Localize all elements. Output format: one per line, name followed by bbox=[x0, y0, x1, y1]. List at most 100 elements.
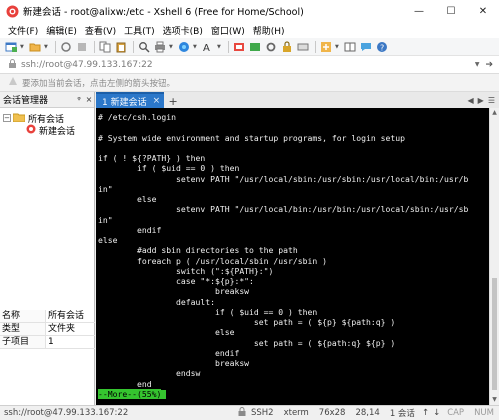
tab-new-session[interactable]: 1 新建会话 × bbox=[96, 92, 165, 108]
arrow-right-icon[interactable]: ➔ bbox=[485, 60, 493, 70]
property-key: 子项目 bbox=[0, 336, 46, 348]
scroll-down-icon[interactable]: ▼ bbox=[490, 395, 499, 405]
menu-edit[interactable]: 编辑(E) bbox=[42, 24, 81, 37]
chat-icon[interactable] bbox=[359, 40, 372, 53]
svg-text:?: ? bbox=[380, 43, 384, 52]
help-icon[interactable]: ? bbox=[375, 40, 388, 53]
add-tab-button[interactable]: + bbox=[166, 94, 180, 108]
address-bar: ssh://root@47.99.133.167:22 ▼ ➔ bbox=[0, 56, 499, 74]
terminal-line: in" bbox=[98, 183, 113, 194]
minimize-button[interactable]: — bbox=[403, 0, 435, 22]
terminal-line: foreach p ( /usr/local/sbin /usr/sbin ) bbox=[98, 255, 328, 266]
tab-prev-icon[interactable]: ◀ bbox=[468, 96, 474, 105]
terminal-line: #add sbin directories to the path bbox=[98, 245, 298, 256]
terminal-line: end bbox=[98, 378, 152, 389]
tab-strip: 1 新建会话 × + ◀ ▶ ☰ bbox=[96, 92, 499, 108]
tree-item-all-sessions[interactable]: − 所有会话 bbox=[0, 112, 94, 125]
toolbar-divider bbox=[315, 40, 316, 53]
status-sessions: 1 会话 bbox=[389, 409, 415, 419]
terminal-output[interactable]: # /etc/csh.login # System wide environme… bbox=[96, 108, 489, 405]
terminal-cursor bbox=[161, 389, 167, 399]
property-key: 类型 bbox=[0, 323, 46, 335]
chevron-down-icon[interactable]: ▼ bbox=[193, 40, 198, 53]
status-size: 76x28 bbox=[318, 408, 346, 418]
terminal-more-line: --More--(55%) bbox=[96, 388, 489, 399]
terminal-line: if ( $uid == 0 ) then bbox=[98, 163, 240, 174]
scroll-thumb[interactable] bbox=[492, 278, 497, 390]
lock-icon[interactable] bbox=[280, 40, 293, 53]
menu-window[interactable]: 窗口(W) bbox=[207, 24, 249, 37]
status-connection: ssh://root@47.99.133.167:22 bbox=[4, 408, 129, 418]
terminal-line: breaksw bbox=[98, 286, 250, 297]
status-protocol-lock-icon bbox=[233, 407, 246, 419]
reconnect-icon[interactable] bbox=[59, 40, 72, 53]
menu-view[interactable]: 查看(V) bbox=[81, 24, 120, 37]
terminal-line: in" bbox=[98, 214, 113, 225]
find-icon[interactable] bbox=[137, 40, 150, 53]
terminal-line: setenv PATH "/usr/local/bin:/usr/bin:/us… bbox=[98, 204, 469, 215]
info-icon bbox=[8, 76, 18, 89]
chevron-down-icon[interactable]: ▼ bbox=[169, 40, 174, 53]
transfer-icon[interactable] bbox=[248, 40, 261, 53]
session-properties: 名称 所有会话 类型 文件夹 子项目 1 bbox=[0, 310, 95, 349]
menu-tabs[interactable]: 选项卡(B) bbox=[159, 24, 207, 37]
terminal-line: endif bbox=[98, 347, 240, 358]
open-folder-icon[interactable] bbox=[28, 40, 41, 53]
tree-item-new-session[interactable]: 新建会话 bbox=[0, 124, 94, 137]
status-caps-lock: CAP bbox=[447, 408, 465, 418]
more-prompt: --More--(55%) bbox=[98, 388, 162, 399]
session-icon bbox=[26, 124, 36, 137]
terminal-line: case "*:${p}:*": bbox=[98, 276, 254, 286]
property-row: 名称 所有会话 bbox=[0, 310, 95, 323]
terminal-line: else bbox=[98, 327, 235, 338]
keyboard-icon[interactable] bbox=[296, 40, 309, 53]
globe-icon[interactable] bbox=[177, 40, 190, 53]
tree-item-label: 新建会话 bbox=[39, 126, 76, 137]
terminal-line: else bbox=[98, 235, 118, 245]
terminal-line: setenv PATH "/usr/local/sbin:/usr/sbin:/… bbox=[98, 173, 469, 184]
scroll-up-icon[interactable]: ▲ bbox=[490, 108, 499, 118]
terminal-line: if ( $uid == 0 ) then bbox=[98, 306, 318, 317]
terminal-line: endif bbox=[98, 224, 162, 235]
toolbar-divider bbox=[133, 40, 134, 53]
print-icon[interactable] bbox=[153, 40, 166, 53]
tab-list-icon[interactable]: ☰ bbox=[488, 96, 495, 105]
menu-file[interactable]: 文件(F) bbox=[4, 24, 42, 37]
property-value: 所有会话 bbox=[48, 311, 85, 321]
terminal-line: set path = ( ${p} ${path:q} ) bbox=[98, 317, 396, 327]
add-plugin-icon[interactable] bbox=[319, 40, 332, 53]
pin-icon[interactable]: ᵠ bbox=[74, 95, 84, 104]
toolbar-divider bbox=[94, 40, 95, 53]
status-upload-icon[interactable]: ↑ bbox=[420, 408, 431, 418]
menu-tools[interactable]: 工具(T) bbox=[120, 24, 159, 37]
settings-icon[interactable] bbox=[264, 40, 277, 53]
tab-next-icon[interactable]: ▶ bbox=[478, 96, 484, 105]
address-dropdown-icon[interactable]: ▼ bbox=[475, 61, 480, 68]
menu-help[interactable]: 帮助(H) bbox=[249, 24, 289, 37]
maximize-button[interactable]: ☐ bbox=[435, 0, 467, 22]
new-session-icon[interactable] bbox=[4, 40, 17, 53]
xftp-icon[interactable] bbox=[232, 40, 245, 53]
copy-icon[interactable] bbox=[98, 40, 111, 53]
status-download-icon[interactable]: ↓ bbox=[431, 408, 442, 418]
chevron-down-icon[interactable]: ▼ bbox=[44, 40, 49, 53]
font-icon[interactable]: A bbox=[201, 40, 214, 53]
property-value: 1 bbox=[48, 337, 54, 347]
tab-close-icon[interactable]: × bbox=[153, 96, 161, 106]
terminal-scrollbar[interactable]: ▲ ▼ bbox=[489, 108, 499, 405]
layout-icon[interactable] bbox=[343, 40, 356, 53]
toolbar-divider bbox=[228, 40, 229, 53]
panel-close-icon[interactable]: × bbox=[84, 95, 94, 104]
disconnect-icon[interactable] bbox=[75, 40, 88, 53]
terminal-line: # /etc/csh.login bbox=[98, 112, 176, 122]
tab-navigation: ◀ ▶ ☰ bbox=[464, 92, 499, 108]
paste-icon[interactable] bbox=[114, 40, 127, 53]
chevron-down-icon[interactable]: ▼ bbox=[335, 40, 340, 53]
chevron-down-icon[interactable]: ▼ bbox=[20, 40, 25, 53]
address-input[interactable]: ssh://root@47.99.133.167:22 bbox=[21, 60, 475, 70]
close-button[interactable]: ✕ bbox=[467, 0, 499, 22]
chevron-down-icon[interactable]: ▼ bbox=[217, 40, 222, 53]
collapse-icon[interactable]: − bbox=[3, 114, 11, 122]
